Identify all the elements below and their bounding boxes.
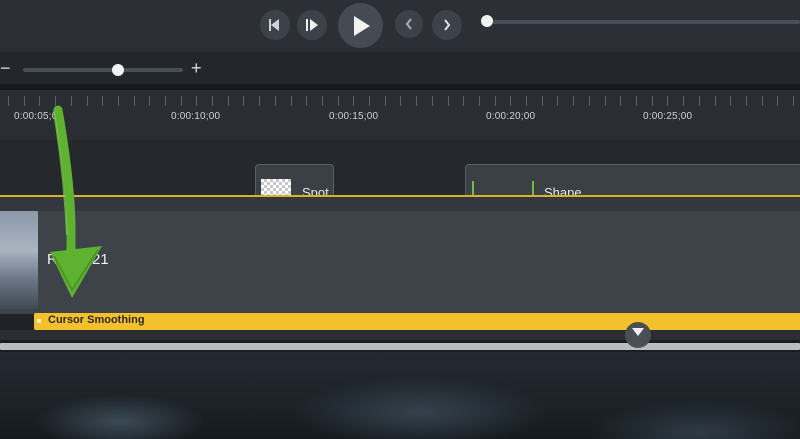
ruler-tick bbox=[24, 96, 25, 106]
zoom-in-button[interactable]: + bbox=[191, 58, 205, 78]
scrubber-knob[interactable] bbox=[481, 15, 493, 27]
zoom-out-button[interactable]: − bbox=[0, 58, 14, 78]
cursor-smoothing-label: Cursor Smoothing bbox=[48, 314, 145, 326]
chevron-left-icon bbox=[405, 18, 413, 30]
ruler-tick bbox=[400, 96, 401, 106]
horizontal-scrollbar[interactable] bbox=[0, 343, 800, 350]
ruler-tick bbox=[557, 96, 558, 106]
zoom-slider-track[interactable] bbox=[23, 68, 183, 72]
ruler-label: 0:00:10;00 bbox=[171, 111, 221, 122]
shape-clip[interactable]: Shape bbox=[465, 164, 800, 197]
ruler-tick bbox=[510, 96, 511, 106]
ruler-tick bbox=[259, 96, 260, 106]
media-clip[interactable] bbox=[0, 211, 800, 314]
ruler-tick bbox=[793, 96, 794, 106]
ruler-tick bbox=[228, 96, 229, 106]
ruler-tick bbox=[291, 96, 292, 106]
ruler-tick bbox=[369, 96, 370, 106]
ruler-tick bbox=[353, 96, 354, 106]
ruler-tick bbox=[699, 96, 700, 106]
ruler-tick bbox=[212, 96, 213, 106]
ruler-tick bbox=[667, 96, 668, 106]
ruler-tick bbox=[134, 96, 135, 106]
ruler-tick bbox=[416, 96, 417, 106]
ruler-label: 0:00:25;00 bbox=[643, 111, 693, 122]
play-button[interactable] bbox=[338, 3, 383, 48]
cursor-smoothing-effect[interactable] bbox=[34, 313, 800, 330]
ruler-tick bbox=[275, 96, 276, 106]
ruler-tick bbox=[683, 96, 684, 106]
ruler-tick bbox=[542, 96, 543, 106]
spotlight-clip[interactable]: Spot bbox=[255, 164, 334, 197]
ruler-tick bbox=[715, 96, 716, 106]
ruler-tick bbox=[479, 96, 480, 106]
ruler-tick bbox=[620, 96, 621, 106]
ruler-tick bbox=[762, 96, 763, 106]
ruler-tick bbox=[165, 96, 166, 106]
ruler-tick bbox=[605, 96, 606, 106]
ruler-tick bbox=[526, 96, 527, 106]
ruler-tick bbox=[306, 96, 307, 106]
ruler-label: 0:00:15;00 bbox=[329, 111, 379, 122]
video-preview bbox=[0, 352, 800, 439]
ruler-tick bbox=[322, 96, 323, 106]
ruler-tick bbox=[149, 96, 150, 106]
previous-button[interactable] bbox=[395, 10, 423, 38]
chevron-right-icon bbox=[443, 19, 451, 31]
ruler-tick bbox=[573, 96, 574, 106]
ruler-tick bbox=[432, 96, 433, 106]
ruler-tick bbox=[448, 96, 449, 106]
track-footer bbox=[0, 330, 800, 340]
ruler-tick bbox=[338, 96, 339, 106]
zoom-slider-knob[interactable] bbox=[112, 64, 124, 76]
ruler-tick bbox=[243, 96, 244, 106]
scrubber-track[interactable] bbox=[487, 20, 800, 24]
step-back-icon bbox=[268, 19, 282, 31]
ruler-tick bbox=[746, 96, 747, 106]
ruler-tick bbox=[652, 96, 653, 106]
ruler-tick bbox=[385, 96, 386, 106]
playhead-icon bbox=[632, 328, 644, 336]
ruler-tick bbox=[730, 96, 731, 106]
ruler-tick bbox=[495, 96, 496, 106]
step-forward-icon bbox=[305, 19, 319, 31]
ruler-tick bbox=[636, 96, 637, 106]
annotation-arrow-icon bbox=[40, 104, 120, 304]
ruler-tick bbox=[777, 96, 778, 106]
effect-handle[interactable] bbox=[37, 319, 41, 323]
play-icon bbox=[351, 15, 371, 37]
ruler-tick bbox=[181, 96, 182, 106]
step-back-button[interactable] bbox=[260, 10, 290, 40]
ruler-label: 0:00:20;00 bbox=[486, 111, 536, 122]
ruler-tick bbox=[589, 96, 590, 106]
step-forward-button[interactable] bbox=[297, 10, 327, 40]
media-thumbnail bbox=[0, 211, 38, 309]
next-button[interactable] bbox=[432, 10, 462, 40]
ruler-tick bbox=[196, 96, 197, 106]
ruler-tick bbox=[8, 96, 9, 106]
ruler-tick bbox=[463, 96, 464, 106]
